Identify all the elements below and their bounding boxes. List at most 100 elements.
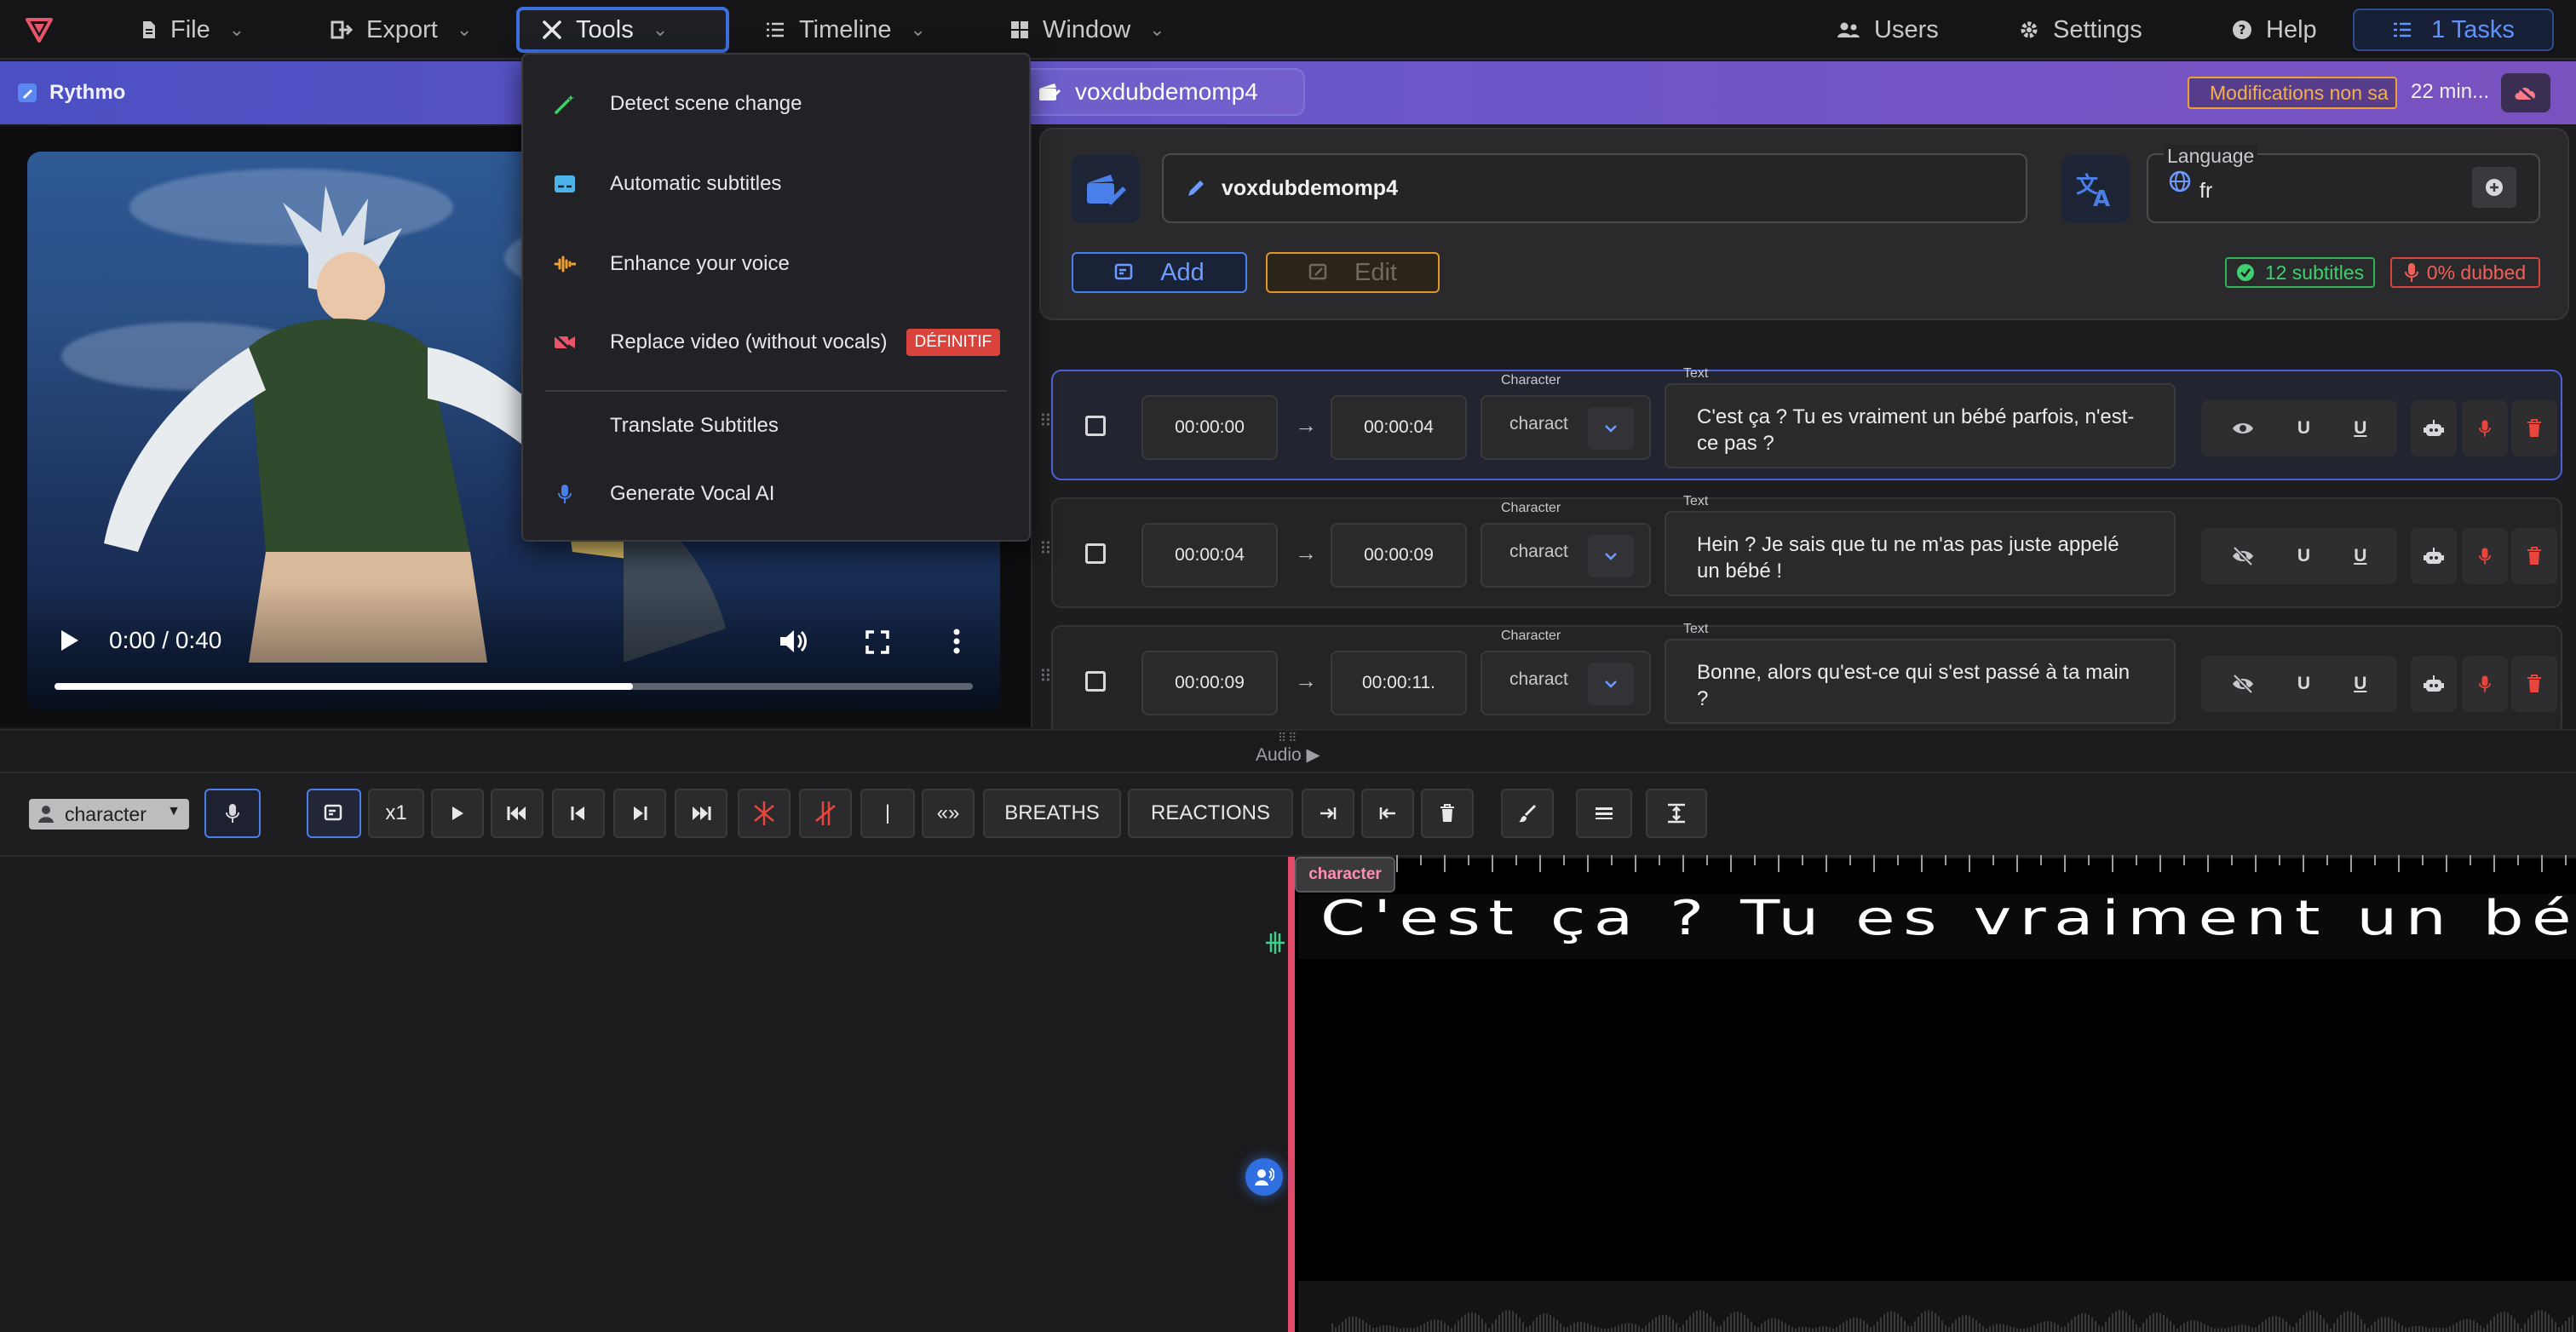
menu-item-replace-video[interactable]: Replace video (without vocals) DÉFINITIF: [523, 317, 1029, 368]
file-name-pill[interactable]: voxdubdemomp4: [1019, 68, 1305, 116]
playhead[interactable]: [1288, 857, 1295, 1332]
end-time-field[interactable]: 00:00:09: [1331, 523, 1467, 588]
format-u-button[interactable]: U: [2297, 674, 2310, 694]
tasks-button[interactable]: 1 Tasks: [2353, 9, 2554, 51]
lines-layout-button[interactable]: [1576, 789, 1632, 838]
eye-icon[interactable]: [2232, 421, 2254, 436]
project-title-field[interactable]: voxdubdemomp4: [1162, 153, 2027, 223]
format-u-button[interactable]: U: [2297, 418, 2310, 439]
add-subtitle-at-cursor-button[interactable]: [307, 789, 361, 838]
row-checkbox[interactable]: [1085, 671, 1106, 692]
drag-handle-icon[interactable]: ⠿: [1039, 666, 1055, 698]
ai-voice-button[interactable]: [2411, 400, 2457, 456]
subtitle-row[interactable]: ⠿ 00:00:00 → 00:00:04 Character charact Text C'…: [1039, 366, 2562, 480]
subtitle-text-field[interactable]: C'est ça ? Tu es vraiment un bébé parfoi…: [1665, 383, 2176, 468]
record-row-button[interactable]: [2462, 656, 2508, 712]
separator-marker-button[interactable]: |: [860, 789, 915, 838]
playback-speed-button[interactable]: x1: [368, 789, 424, 838]
ai-voice-button[interactable]: [2411, 528, 2457, 584]
start-time-field[interactable]: 00:00:00: [1141, 395, 1278, 460]
add-subtitle-button[interactable]: Add: [1072, 252, 1247, 293]
next-subtitle-button[interactable]: [613, 789, 666, 838]
underline-button[interactable]: U: [2354, 546, 2366, 566]
menu-export[interactable]: Export ⌄: [308, 7, 494, 53]
fullscreen-icon[interactable]: [865, 630, 889, 654]
menu-tools[interactable]: Tools ⌄: [516, 7, 729, 53]
menu-item-automatic-subtitles[interactable]: Automatic subtitles: [523, 158, 1029, 210]
delete-row-button[interactable]: [2511, 400, 2557, 456]
subtitle-row[interactable]: ⠿ 00:00:09 → 00:00:11. Character charact Text B…: [1039, 622, 2562, 736]
fit-height-button[interactable]: [1646, 789, 1707, 838]
character-dropdown-button[interactable]: [1588, 407, 1634, 450]
menu-file[interactable]: File ⌄: [119, 7, 267, 53]
cut-marker-button[interactable]: [738, 789, 791, 838]
drag-handle-icon[interactable]: ⠿: [1039, 538, 1055, 571]
menu-timeline[interactable]: Timeline ⌄: [743, 7, 948, 53]
subtitle-row[interactable]: ⠿ 00:00:04 → 00:00:09 Character charact Text He…: [1039, 494, 2562, 608]
quotes-marker-button[interactable]: «»: [922, 789, 975, 838]
menu-item-label: Replace video (without vocals): [610, 330, 888, 353]
play-button[interactable]: [431, 789, 484, 838]
more-options-icon[interactable]: [952, 629, 961, 654]
character-tag[interactable]: character: [1295, 857, 1395, 893]
edit-subtitle-button[interactable]: Edit: [1266, 252, 1440, 293]
timeline-track-area[interactable]: [0, 858, 1288, 1332]
subtitle-text-field[interactable]: Bonne, alors qu'est-ce qui s'est passé à…: [1665, 639, 2176, 724]
splitter-grip[interactable]: ⠿⠿: [1278, 731, 1299, 745]
start-time-field[interactable]: 00:00:04: [1141, 523, 1278, 588]
play-icon[interactable]: [58, 629, 80, 652]
reactions-button[interactable]: REACTIONS: [1128, 789, 1293, 838]
menu-window[interactable]: Window ⌄: [988, 7, 1187, 53]
video-progress-bar[interactable]: [55, 683, 973, 690]
delete-row-button[interactable]: [2511, 528, 2557, 584]
record-mic-button[interactable]: [204, 789, 261, 838]
app-logo-icon[interactable]: [26, 17, 53, 43]
extend-left-button[interactable]: [1361, 789, 1414, 838]
skip-to-end-button[interactable]: [675, 789, 727, 838]
menu-settings[interactable]: Settings: [1997, 7, 2165, 53]
resize-grip-icon[interactable]: [1264, 930, 1286, 956]
skip-to-start-button[interactable]: [491, 789, 543, 838]
subtitle-text-field[interactable]: Hein ? Je sais que tu ne m'as pas juste …: [1665, 511, 2176, 596]
delete-segment-button[interactable]: [1421, 789, 1474, 838]
menu-item-enhance-voice[interactable]: Enhance your voice: [523, 238, 1029, 290]
character-dropdown-button[interactable]: [1588, 535, 1634, 577]
add-language-button[interactable]: [2472, 167, 2516, 208]
eye-off-icon[interactable]: [2232, 547, 2254, 566]
underline-button[interactable]: U: [2354, 674, 2366, 694]
previous-subtitle-button[interactable]: [552, 789, 605, 838]
video-edit-tile: [1072, 155, 1140, 223]
character-dropdown-button[interactable]: [1588, 663, 1634, 705]
eye-off-icon[interactable]: [2232, 675, 2254, 693]
row-checkbox[interactable]: [1085, 543, 1106, 564]
drag-handle-icon[interactable]: ⠿: [1039, 411, 1055, 443]
underline-button[interactable]: U: [2354, 418, 2366, 439]
menu-item-detect-scene-change[interactable]: Detect scene change: [523, 78, 1029, 129]
menu-item-generate-vocal-ai[interactable]: Generate Vocal AI: [523, 468, 1029, 520]
cross-marker-button[interactable]: [799, 789, 852, 838]
ai-voice-button[interactable]: [2411, 656, 2457, 712]
extend-right-button[interactable]: [1302, 789, 1354, 838]
start-time-field[interactable]: 00:00:09: [1141, 651, 1278, 715]
cloud-sync-button[interactable]: [2501, 73, 2550, 112]
voice-assistant-button[interactable]: [1245, 1158, 1283, 1196]
record-row-button[interactable]: [2462, 400, 2508, 456]
row-checkbox[interactable]: [1085, 416, 1106, 436]
record-row-button[interactable]: [2462, 528, 2508, 584]
audio-section-toggle[interactable]: Audio ▶: [1256, 744, 1320, 766]
brush-tool-button[interactable]: [1501, 789, 1554, 838]
character-select[interactable]: character ▼: [29, 799, 189, 830]
end-time-field[interactable]: 00:00:11.: [1331, 651, 1467, 715]
audio-waveform[interactable]: [1298, 1281, 2576, 1332]
menu-item-translate-subtitles[interactable]: Translate Subtitles: [523, 400, 1029, 451]
menu-users[interactable]: Users: [1814, 7, 1961, 53]
timeline-ruler[interactable]: [1295, 855, 2576, 874]
delete-row-button[interactable]: [2511, 656, 2557, 712]
rythmo-band[interactable]: C'est ça ? Tu es vraiment un bébé parfoi…: [1298, 894, 2576, 959]
format-u-button[interactable]: U: [2297, 546, 2310, 566]
menu-help[interactable]: ? Help: [2210, 7, 2339, 53]
translate-tile[interactable]: 文A: [2061, 155, 2130, 223]
breaths-button[interactable]: BREATHS: [983, 789, 1121, 838]
volume-icon[interactable]: [779, 629, 808, 654]
end-time-field[interactable]: 00:00:04: [1331, 395, 1467, 460]
